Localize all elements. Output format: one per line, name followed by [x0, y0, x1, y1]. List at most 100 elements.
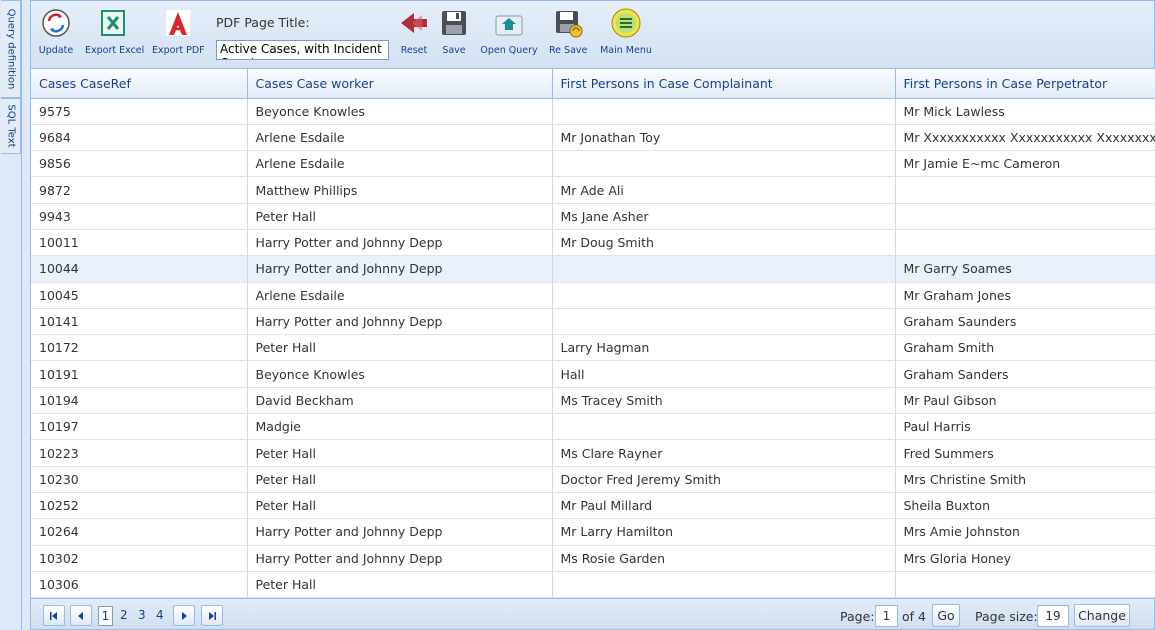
tab-query-definition[interactable]: Query definition [1, 0, 21, 98]
table-row[interactable]: 9943 Peter Hall Ms Jane Asher [31, 203, 1155, 230]
pdf-title-label: PDF Page Title: [216, 15, 310, 30]
last-page-button[interactable] [201, 605, 223, 626]
cell-perpetrator: Mr Jamie E~mc Cameron [895, 150, 1155, 178]
table-row[interactable]: 10011 Harry Potter and Johnny Depp Mr Doug… [31, 229, 1155, 257]
cell-complainant: Mr Larry Hamilton [552, 518, 896, 546]
table-row[interactable]: 9575 Beyonce Knowles Mr Mick Lawless [31, 98, 1155, 125]
cell-complainant [552, 255, 896, 283]
table-row[interactable]: 10252 Peter Hall Mr Paul Millard Sheila Bux… [31, 492, 1155, 520]
table-row[interactable]: 10306 Peter Hall [31, 571, 1155, 598]
table-row[interactable]: 10045 Arlene Esdaile Mr Graham Jones [31, 282, 1155, 309]
page-size-label: Page size: [975, 609, 1038, 624]
cell-perpetrator: Graham Smith [895, 334, 1155, 362]
cell-complainant: Ms Clare Rayner [552, 439, 896, 467]
cell-complainant [552, 308, 896, 336]
next-page-button[interactable] [173, 605, 195, 626]
header-row: Cases CaseRef Cases Case worker First Pe… [31, 69, 1155, 99]
cell-perpetrator: Mrs Christine Smith [895, 466, 1155, 493]
cell-case-worker: Harry Potter and Johnny Depp [247, 229, 553, 257]
page-number-input[interactable]: 1 [875, 605, 898, 627]
cell-perpetrator: Mr Xxxxxxxxxxx Xxxxxxxxxxx Xxxxxxxxxxx [895, 124, 1155, 152]
results-table: Cases CaseRef Cases Case worker First Pe… [31, 69, 1155, 598]
export-pdf-button[interactable]: Export PDF [152, 7, 205, 56]
table-row[interactable]: 9684 Arlene Esdaile Mr Jonathan Toy Mr Xxxx… [31, 124, 1155, 152]
save-button[interactable]: Save [438, 7, 470, 56]
page-size-input[interactable]: 19 [1037, 605, 1069, 627]
page-link-3[interactable]: 3 [138, 608, 146, 622]
cell-perpetrator [895, 571, 1155, 598]
prev-page-button[interactable] [70, 605, 92, 626]
table-row[interactable]: 10197 Madgie Paul Harris [31, 413, 1155, 441]
cell-case-worker: David Beckham [247, 387, 553, 415]
re-save-button[interactable]: Re Save [549, 7, 587, 56]
table-row[interactable]: 10191 Beyonce Knowles Hall Graham Sanders [31, 360, 1155, 388]
reset-label: Reset [400, 45, 428, 56]
pager: 1 2 3 4 Page: 1 of 4 Go Page size: 19 Ch… [30, 598, 1155, 630]
cell-case-worker: Harry Potter and Johnny Depp [247, 545, 553, 572]
cell-perpetrator: Mr Graham Jones [895, 282, 1155, 309]
main-menu-button[interactable]: Main Menu [598, 7, 654, 56]
first-page-icon [50, 612, 57, 620]
cell-complainant: Mr Doug Smith [552, 229, 896, 257]
tab-sql-text-label: SQL Text [5, 104, 16, 148]
table-row[interactable]: 10223 Peter Hall Ms Clare Rayner Fred Summe… [31, 439, 1155, 467]
page-label: Page: [840, 609, 875, 624]
go-button[interactable]: Go [932, 604, 960, 627]
update-button[interactable]: Update [37, 7, 75, 56]
back-arrow-icon [401, 13, 427, 33]
cell-caseref: 10230 [31, 466, 248, 493]
table-row[interactable]: 10264 Harry Potter and Johnny Depp Mr Larr… [31, 518, 1155, 546]
cell-complainant [552, 571, 896, 598]
cell-caseref: 10302 [31, 545, 248, 572]
cell-caseref: 10045 [31, 282, 248, 309]
export-excel-label: Export Excel [85, 45, 145, 56]
cell-perpetrator: Fred Summers [895, 439, 1155, 467]
reset-button[interactable]: Reset [398, 7, 430, 56]
cell-perpetrator: Graham Saunders [895, 308, 1155, 336]
page-link-current[interactable]: 1 [98, 606, 113, 626]
page-link-2[interactable]: 2 [120, 608, 128, 622]
page-count-label: of 4 [902, 609, 926, 624]
cell-case-worker: Peter Hall [247, 492, 553, 520]
table-row[interactable]: 10172 Peter Hall Larry Hagman Graham Smith [31, 334, 1155, 362]
table-row[interactable]: 10302 Harry Potter and Johnny Depp Ms Rosi… [31, 545, 1155, 572]
cell-caseref: 9575 [31, 98, 248, 125]
cell-case-worker: Beyonce Knowles [247, 360, 553, 388]
table-row[interactable]: 9872 Matthew Phillips Mr Ade Ali [31, 176, 1155, 204]
cell-caseref: 10172 [31, 334, 248, 362]
report-window: Query definition SQL Text Update Export … [0, 0, 1155, 630]
cell-caseref: 10141 [31, 308, 248, 336]
table-row[interactable]: 10141 Harry Potter and Johnny Depp Graham … [31, 308, 1155, 336]
cell-perpetrator: Mr Paul Gibson [895, 387, 1155, 415]
update-label: Update [38, 45, 74, 56]
column-header-case-worker[interactable]: Cases Case worker [247, 69, 553, 99]
page-link-4[interactable]: 4 [156, 608, 164, 622]
cell-case-worker: Harry Potter and Johnny Depp [247, 308, 553, 336]
cell-perpetrator: Mrs Amie Johnston [895, 518, 1155, 546]
cell-case-worker: Madgie [247, 413, 553, 441]
tab-sql-text[interactable]: SQL Text [1, 98, 21, 154]
cell-caseref: 9856 [31, 150, 248, 178]
refresh-icon [42, 9, 70, 37]
cell-perpetrator: Paul Harris [895, 413, 1155, 441]
first-page-button[interactable] [43, 605, 65, 626]
pdf-title-input[interactable]: Active Cases, with Incident Count [216, 40, 389, 60]
main-menu-label: Main Menu [600, 45, 652, 56]
cell-caseref: 10197 [31, 413, 248, 441]
cell-case-worker: Peter Hall [247, 334, 553, 362]
table-row[interactable]: 10044 Harry Potter and Johnny Depp Mr Garr… [31, 255, 1155, 283]
cell-complainant [552, 150, 896, 178]
column-header-perpetrator[interactable]: First Persons in Case Perpetrator [895, 69, 1155, 99]
cell-complainant: Ms Rosie Garden [552, 545, 896, 572]
open-query-button[interactable]: Open Query [480, 7, 538, 56]
table-row[interactable]: 9856 Arlene Esdaile Mr Jamie E~mc Cameron [31, 150, 1155, 178]
change-page-size-button[interactable]: Change [1074, 604, 1130, 627]
export-excel-button[interactable]: Export Excel [85, 7, 145, 56]
table-row[interactable]: 10194 David Beckham Ms Tracey Smith Mr Paul… [31, 387, 1155, 415]
grid-body: 9575 Beyonce Knowles Mr Mick Lawless 9684 Ar… [31, 98, 1155, 598]
cell-caseref: 10223 [31, 439, 248, 467]
column-header-caseref[interactable]: Cases CaseRef [31, 69, 248, 99]
cell-perpetrator: Graham Sanders [895, 360, 1155, 388]
column-header-complainant[interactable]: First Persons in Case Complainant [552, 69, 896, 99]
table-row[interactable]: 10230 Peter Hall Doctor Fred Jeremy Smith M… [31, 466, 1155, 493]
